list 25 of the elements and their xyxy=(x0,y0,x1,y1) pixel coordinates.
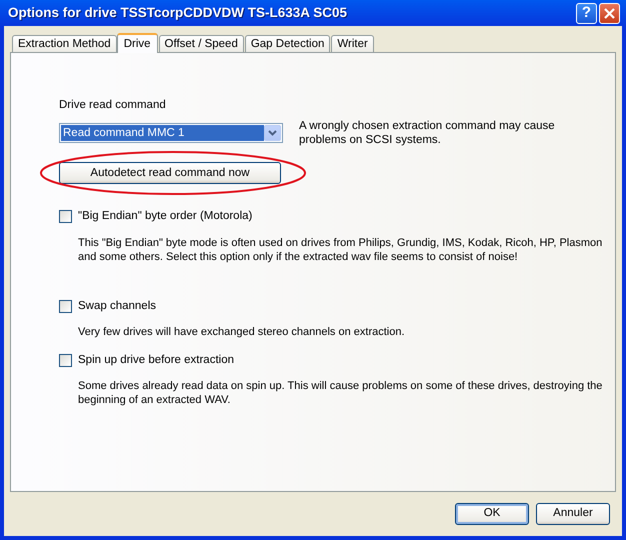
tab[interactable]: Gap Detection xyxy=(244,35,330,52)
window-title: Options for drive TSSTcorpCDDVDW TS-L633A SC05 xyxy=(8,4,348,22)
dialog-button[interactable]: Annuler xyxy=(536,503,610,525)
field-label: Drive read command xyxy=(59,98,167,113)
tab[interactable]: Extraction Method xyxy=(12,35,117,52)
note-text: A wrongly chosen extraction command may cause problems on SCSI systems. xyxy=(299,119,556,148)
checkbox-label: "Big Endian" byte order (Motorola) xyxy=(78,209,252,224)
tab[interactable]: Offset / Speed xyxy=(158,35,244,52)
tab[interactable]: Drive xyxy=(116,33,158,53)
checkbox-label: Swap channels xyxy=(78,298,156,314)
close-button[interactable] xyxy=(599,2,620,24)
description-text: Very few drives will have exchanged stereo channels on extraction. xyxy=(78,324,406,339)
caret-icon xyxy=(268,130,277,136)
dialog-button[interactable]: OK xyxy=(455,503,529,525)
description-text: This "Big Endian" byte mode is often used on drives from Philips, Grundig, IMS, Kodak, Ricoh, HP, Plasmon and some others. Select this option only if the extracted wav file seems to consist of noise! xyxy=(78,236,604,264)
checkbox-label: Spin up drive before extraction xyxy=(78,352,234,368)
checkbox[interactable] xyxy=(59,300,72,313)
tab[interactable]: Writer xyxy=(331,35,374,52)
dropdown[interactable]: Read command MMC 1 xyxy=(59,123,283,144)
description-text: Some drives already read data on spin up. This will cause problems on some of these drives, destroying the beginning of an extracted WAV. xyxy=(78,379,604,407)
autodetect-button[interactable]: Autodetect read command now xyxy=(59,162,281,184)
checkbox[interactable] xyxy=(59,354,72,367)
close-icon xyxy=(603,6,616,20)
help-button[interactable]: ? xyxy=(576,2,597,24)
checkbox[interactable] xyxy=(59,210,72,224)
